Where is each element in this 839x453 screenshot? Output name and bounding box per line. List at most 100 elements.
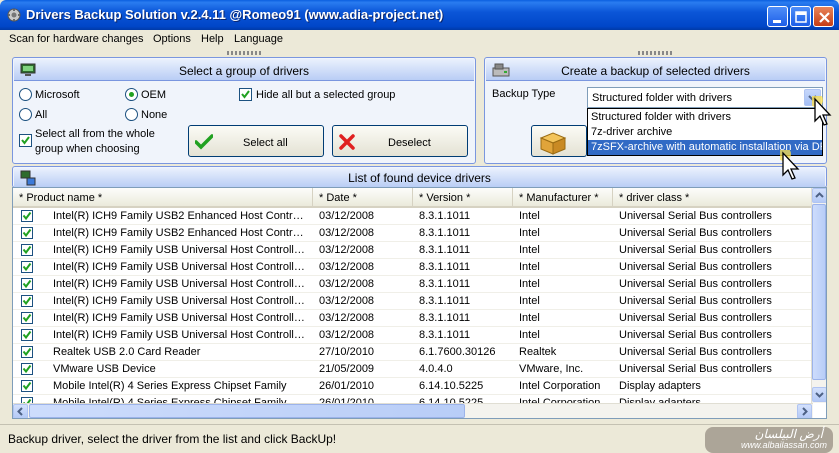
col-date[interactable]: * Date * [313,188,413,208]
checkmark-icon [22,313,32,323]
row-checkbox[interactable] [21,363,33,375]
row-checkbox[interactable] [21,312,33,324]
backup-option-structured[interactable]: Structured folder with drivers [588,110,822,125]
cell-product-name: Intel(R) ICH9 Family USB2 Enhanced Host … [53,227,309,239]
table-row[interactable]: Intel(R) ICH9 Family USB Universal Host … [13,327,813,344]
radio-all[interactable] [19,108,32,121]
cell-version: 8.3.1.1011 [419,329,471,341]
cell-version: 8.3.1.1011 [419,210,471,222]
row-checkbox[interactable] [21,227,33,239]
minimize-icon [773,20,781,23]
menu-help[interactable]: Help [201,33,224,45]
row-checkbox[interactable] [21,278,33,290]
table-row[interactable]: Intel(R) ICH9 Family USB Universal Host … [13,310,813,327]
backup-type-label: Backup Type [492,88,556,100]
scroll-right-button[interactable] [797,404,812,418]
horizontal-scrollbar[interactable] [13,403,813,418]
table-row[interactable]: Intel(R) ICH9 Family USB Universal Host … [13,293,813,310]
deselect-label: Deselect [388,137,431,149]
splitter-grip-right[interactable] [638,51,674,55]
status-text: Backup driver, select the driver from th… [8,432,337,446]
cell-driver-class: Universal Serial Bus controllers [619,329,772,341]
cell-date: 03/12/2008 [319,312,375,324]
cell-driver-class: Universal Serial Bus controllers [619,227,772,239]
menu-scan[interactable]: Scan for hardware changes [9,33,144,45]
app-icon [7,8,21,22]
table-row[interactable]: VMware USB Device 21/05/2009 4.0.4.0 VMware… [13,361,813,378]
scroll-up-button[interactable] [812,188,826,203]
row-checkbox[interactable] [21,295,33,307]
row-checkbox[interactable] [21,210,33,222]
list-panel: List of found device drivers [12,166,827,188]
cell-manufacturer: Intel [519,227,540,239]
cell-product-name: Intel(R) ICH9 Family USB2 Enhanced Host … [53,210,309,222]
cell-date: 03/12/2008 [319,210,375,222]
deselect-button[interactable]: Deselect [332,125,468,157]
backup-panel-title: Create a backup of selected drivers [561,64,750,78]
splitter-grip-left[interactable] [227,51,263,55]
menu-language[interactable]: Language [234,33,283,45]
col-product-name[interactable]: * Product name * [13,188,313,208]
cell-version: 8.3.1.1011 [419,278,471,290]
cell-driver-class: Universal Serial Bus controllers [619,363,772,375]
driver-list: * Product name * * Date * * Version * * … [12,187,827,419]
radio-oem[interactable] [125,88,138,101]
minimize-button[interactable] [767,6,788,27]
col-driver-class[interactable]: * driver class * [613,188,813,208]
row-checkbox[interactable] [21,329,33,341]
checkmark-icon [21,136,30,145]
scroll-left-button[interactable] [13,404,28,418]
row-checkbox[interactable] [21,261,33,273]
close-button[interactable] [813,6,834,27]
radio-none[interactable] [125,108,138,121]
cell-date: 03/12/2008 [319,329,375,341]
vertical-scroll-thumb[interactable] [812,204,826,380]
cell-product-name: Intel(R) ICH9 Family USB Universal Host … [53,244,309,256]
select-all-button[interactable]: Select all [188,125,324,157]
checkmark-icon [22,228,32,238]
select-whole-group-checkbox[interactable] [19,134,32,147]
backup-type-select[interactable]: Structured folder with drivers [587,87,823,108]
select-whole-group-label-2: group when choosing [35,143,140,155]
cell-date: 26/01/2010 [319,380,375,392]
radio-oem-label: OEM [141,89,167,101]
table-row[interactable]: Intel(R) ICH9 Family USB2 Enhanced Host … [13,225,813,242]
radio-all-label: All [35,109,48,121]
checkmark-icon [22,262,32,272]
col-manufacturer[interactable]: * Manufacturer * [513,188,613,208]
table-row[interactable]: Realtek USB 2.0 Card Reader 27/10/2010 6.1… [13,344,813,361]
backup-option-7z[interactable]: 7z-driver archive [588,125,822,140]
table-row[interactable]: Intel(R) ICH9 Family USB2 Enhanced Host … [13,208,813,225]
list-panel-header: List of found device drivers [14,168,825,187]
cell-date: 27/10/2010 [319,346,375,358]
radio-microsoft[interactable] [19,88,32,101]
arrow-right-icon [802,407,808,416]
backup-button[interactable] [531,125,587,157]
table-row[interactable]: Intel(R) ICH9 Family USB Universal Host … [13,276,813,293]
vertical-scrollbar[interactable] [811,188,826,403]
table-row[interactable]: Mobile Intel(R) 4 Series Express Chipset… [13,378,813,395]
cell-manufacturer: Intel [519,261,540,273]
horizontal-scroll-thumb[interactable] [29,404,465,418]
row-checkbox[interactable] [21,244,33,256]
cell-product-name: Intel(R) ICH9 Family USB Universal Host … [53,329,309,341]
hide-all-checkbox[interactable] [239,88,252,101]
row-checkbox[interactable] [21,380,33,392]
scroll-down-button[interactable] [812,387,826,402]
table-row[interactable]: Intel(R) ICH9 Family USB Universal Host … [13,242,813,259]
cell-date: 21/05/2009 [319,363,375,375]
col-version[interactable]: * Version * [413,188,513,208]
row-checkbox[interactable] [21,346,33,358]
cell-version: 8.3.1.1011 [419,227,471,239]
maximize-button[interactable] [790,6,811,27]
green-check-icon [195,134,213,150]
title-bar: Drivers Backup Solution v.2.4.11 @Romeo9… [0,0,839,30]
checkmark-icon [22,347,32,357]
menu-options[interactable]: Options [153,33,191,45]
select-whole-group-label-1: Select all from the whole [35,128,155,140]
cell-product-name: VMware USB Device [53,363,156,375]
cell-manufacturer: Realtek [519,346,557,358]
table-row[interactable]: Intel(R) ICH9 Family USB Universal Host … [13,259,813,276]
cell-manufacturer: Intel [519,244,540,256]
list-panel-title: List of found device drivers [348,171,491,185]
